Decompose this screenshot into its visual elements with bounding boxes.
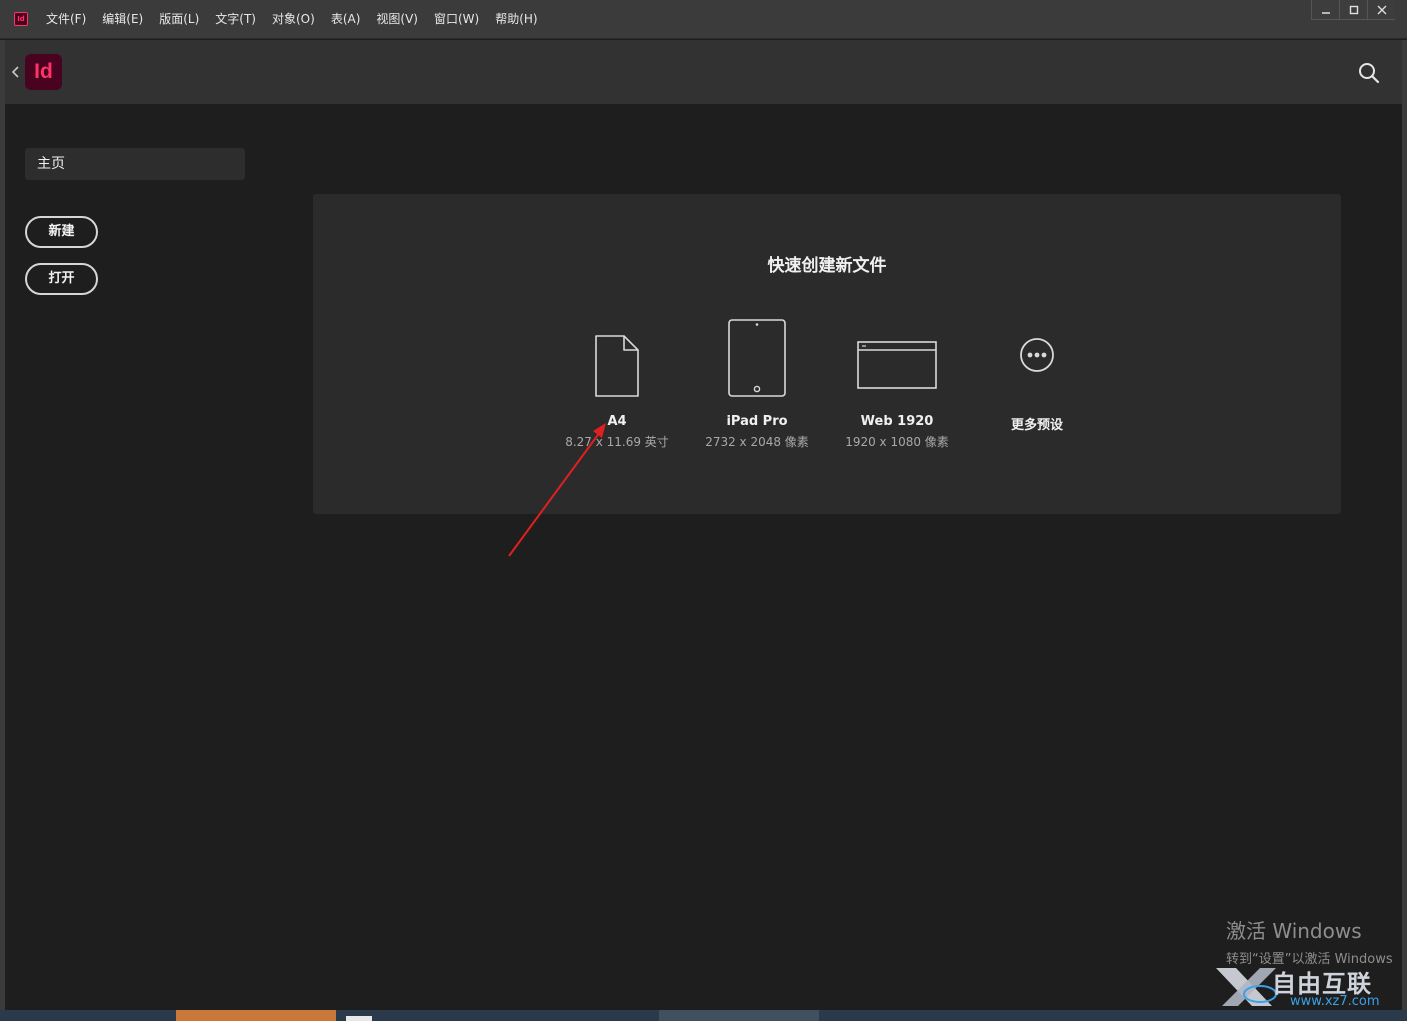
document-icon [595, 335, 639, 397]
preset-size: 8.27 x 11.69 英寸 [565, 435, 669, 449]
menu-file[interactable]: 文件(F) [46, 0, 94, 39]
back-chevron-icon[interactable] [11, 62, 25, 82]
preset-size: 2732 x 2048 像素 [705, 435, 809, 449]
menu-window[interactable]: 窗口(W) [426, 0, 487, 39]
preset-name: 更多预设 [1010, 418, 1063, 433]
app-icon: Id [14, 12, 28, 26]
minimize-icon[interactable] [1311, 0, 1339, 20]
menu-help[interactable]: 帮助(H) [487, 0, 545, 39]
indesign-logo: Id [25, 54, 62, 90]
search-icon[interactable] [1356, 60, 1382, 86]
taskbar-item[interactable] [659, 1010, 819, 1021]
more-icon [1020, 338, 1054, 372]
window-controls [1311, 0, 1395, 20]
preset-web-1920[interactable]: Web 1920 1920 x 1080 像素 [827, 312, 967, 450]
menu-view[interactable]: 视图(V) [368, 0, 426, 39]
new-button[interactable]: 新建 [25, 216, 98, 248]
title-bar: Id 文件(F) 编辑(E) 版面(L) 文字(T) 对象(O) 表(A) 视图… [0, 0, 1407, 39]
activation-watermark: 激活 Windows 转到“设置”以激活 Windows [1226, 915, 1393, 967]
preset-name: Web 1920 [860, 414, 934, 429]
preset-name: iPad Pro [726, 414, 788, 429]
preset-size: 1920 x 1080 像素 [845, 435, 949, 449]
preset-name: A4 [607, 414, 627, 429]
menu-table[interactable]: 表(A) [323, 0, 369, 39]
menu-edit[interactable]: 编辑(E) [94, 0, 151, 39]
close-icon[interactable] [1367, 0, 1395, 20]
panel-title: 快速创建新文件 [767, 256, 887, 276]
menu-bar: 文件(F) 编辑(E) 版面(L) 文字(T) 对象(O) 表(A) 视图(V)… [46, 0, 546, 39]
activation-title: 激活 Windows [1226, 919, 1362, 943]
home-tab[interactable]: 主页 [25, 148, 245, 180]
menu-type[interactable]: 文字(T) [207, 0, 264, 39]
site-logo-watermark: 自由互联 www.xz7.com [1210, 962, 1400, 1012]
taskbar [0, 1010, 1407, 1021]
taskbar-item[interactable] [176, 1010, 336, 1021]
menu-layout[interactable]: 版面(L) [151, 0, 207, 39]
app-header: Id [5, 40, 1402, 104]
open-button[interactable]: 打开 [25, 263, 98, 295]
site-url: www.xz7.com [1290, 994, 1380, 1009]
preset-a4[interactable]: A4 8.27 x 11.69 英寸 [547, 312, 687, 450]
tablet-icon [728, 319, 786, 397]
quick-create-panel: 快速创建新文件 A4 8.27 x 11.69 英寸 iPad Pro 2732… [313, 194, 1341, 514]
menu-object[interactable]: 对象(O) [264, 0, 323, 39]
preset-more[interactable]: 更多预设 [967, 312, 1107, 437]
window-frame-left [0, 40, 5, 1010]
maximize-icon[interactable] [1339, 0, 1367, 20]
preset-ipad-pro[interactable]: iPad Pro 2732 x 2048 像素 [687, 312, 827, 450]
taskbar-item[interactable] [346, 1016, 372, 1021]
browser-icon [857, 341, 937, 389]
window-frame-right [1402, 40, 1407, 1010]
x-logo-icon [1216, 968, 1277, 1006]
